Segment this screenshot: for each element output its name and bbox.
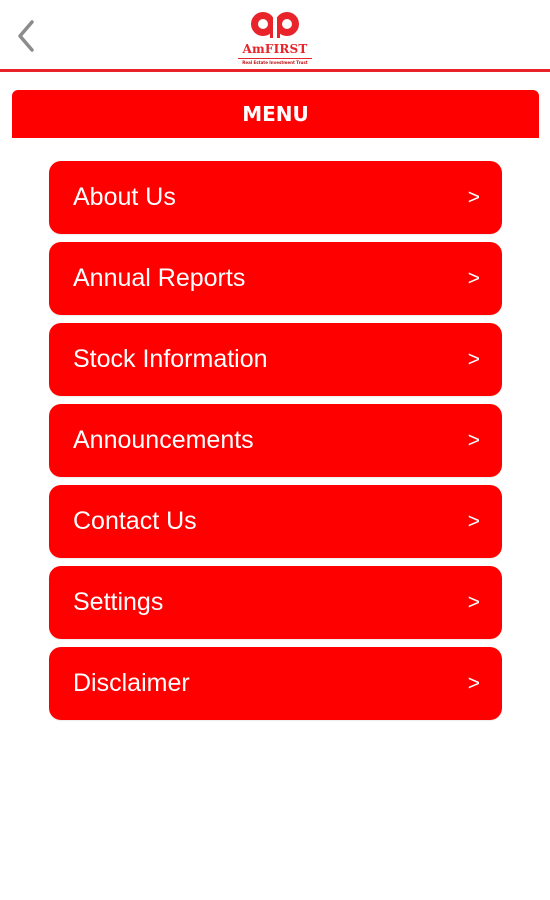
menu-item-label: Contact Us: [73, 507, 197, 535]
menu-item-label: Announcements: [73, 426, 254, 454]
chevron-right-icon: >: [467, 591, 480, 614]
menu-item-settings[interactable]: Settings >: [49, 566, 502, 639]
menu-item-contact-us[interactable]: Contact Us >: [49, 485, 502, 558]
menu-title: MENU: [242, 102, 309, 126]
chevron-right-icon: >: [467, 186, 480, 209]
menu-item-label: About Us: [73, 183, 176, 211]
logo-tagline: Real Estate Investment Trust: [242, 60, 308, 65]
chevron-right-icon: >: [467, 672, 480, 695]
back-button[interactable]: [10, 16, 44, 56]
amfirst-logo: AmFIRST Real Estate Investment Trust: [232, 8, 318, 66]
chevron-right-icon: >: [467, 510, 480, 533]
menu-list: About Us > Annual Reports > Stock Inform…: [49, 161, 502, 728]
menu-item-label: Settings: [73, 588, 164, 616]
chevron-right-icon: >: [467, 429, 480, 452]
menu-item-label: Annual Reports: [73, 264, 246, 292]
logo-divider: [238, 58, 312, 59]
menu-item-stock-information[interactable]: Stock Information >: [49, 323, 502, 396]
app-header: AmFIRST Real Estate Investment Trust: [0, 0, 550, 72]
menu-title-banner: MENU: [12, 90, 539, 138]
chevron-right-icon: >: [467, 348, 480, 371]
menu-item-label: Disclaimer: [73, 669, 190, 697]
logo-mark: [251, 12, 299, 38]
chevron-left-icon: [18, 20, 34, 52]
chevron-right-icon: >: [467, 267, 480, 290]
menu-item-annual-reports[interactable]: Annual Reports >: [49, 242, 502, 315]
menu-item-about-us[interactable]: About Us >: [49, 161, 502, 234]
menu-item-disclaimer[interactable]: Disclaimer >: [49, 647, 502, 720]
menu-item-announcements[interactable]: Announcements >: [49, 404, 502, 477]
logo-brand-text: AmFIRST: [242, 42, 308, 56]
menu-item-label: Stock Information: [73, 345, 268, 373]
